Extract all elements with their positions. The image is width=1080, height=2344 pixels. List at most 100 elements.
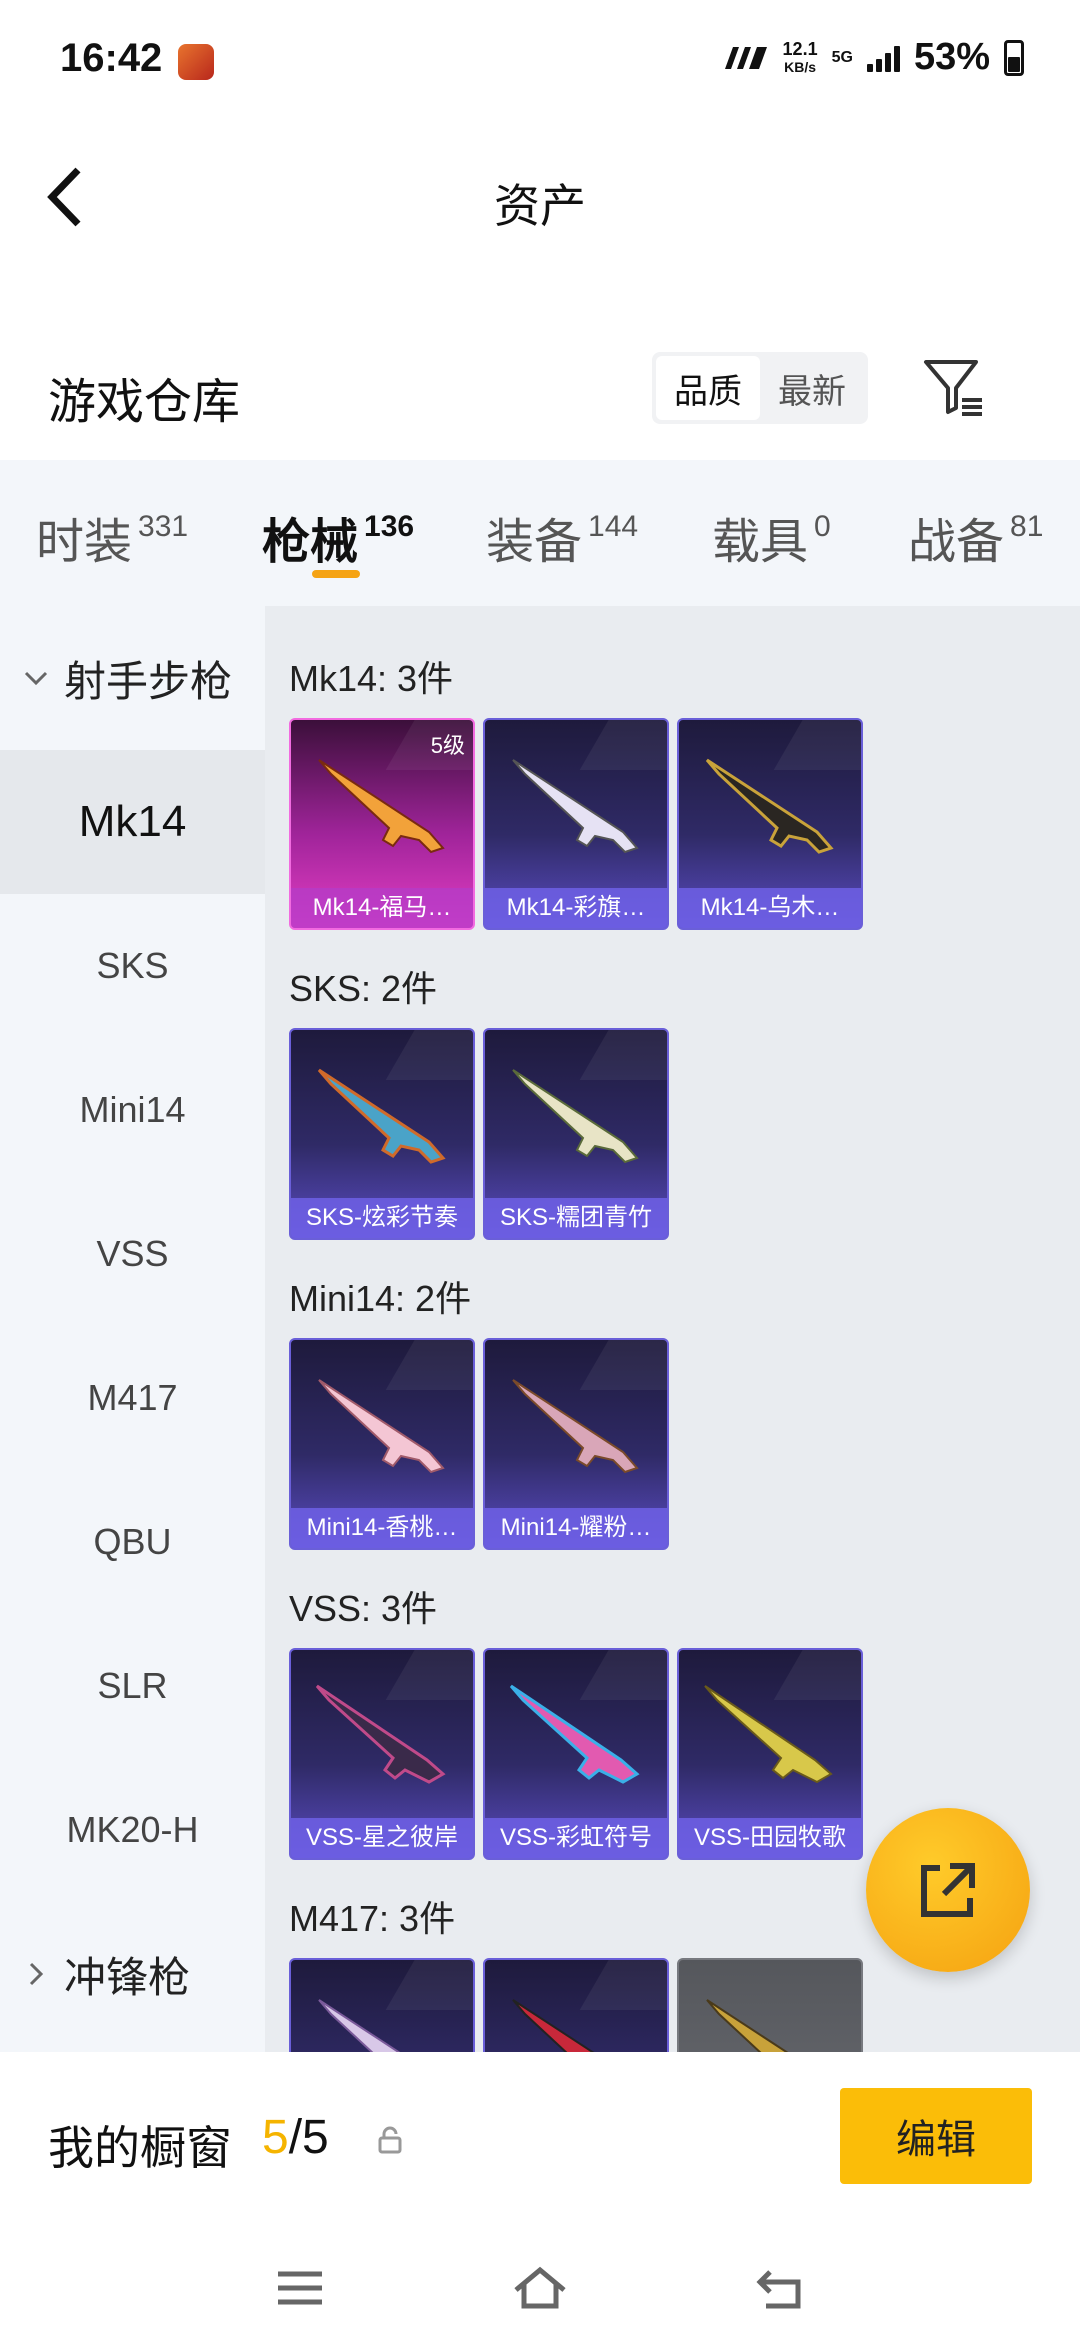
menu-icon[interactable] — [272, 2264, 328, 2312]
battery-percent: 53% — [913, 36, 990, 78]
weapon-card[interactable]: SKS-糯团青竹 — [483, 1028, 669, 1240]
weapon-card[interactable] — [677, 1958, 863, 2052]
sidebar-item-qbu[interactable]: QBU — [0, 1470, 265, 1614]
network-activity-icon — [724, 46, 767, 69]
tab-fashion[interactable]: 时装 331 — [36, 502, 188, 572]
section-title: Mini14: 2件 — [289, 1278, 472, 1319]
rifle-icon — [512, 1999, 595, 2052]
section-title: M417: 3件 — [289, 1898, 456, 1939]
showcase-current: 5 — [262, 2111, 289, 2164]
tab-count: 0 — [814, 510, 831, 543]
weapon-name: VSS-田园牧歌 — [679, 1818, 861, 1858]
net-speed-unit: KB/s — [784, 58, 817, 75]
sidebar-group-label: 冲锋枪 — [64, 1953, 191, 2001]
active-tab-indicator — [312, 570, 360, 578]
page-title: 资产 — [494, 180, 586, 232]
sort-toggle: 品质 最新 — [652, 352, 868, 424]
tab-vehicles[interactable]: 载具 0 — [712, 502, 831, 572]
tab-count: 81 — [1010, 510, 1044, 543]
rifle-icon — [318, 1379, 445, 1474]
sidebar-group-smg[interactable]: 冲锋枪 — [0, 1902, 265, 2046]
back-icon[interactable] — [752, 2264, 808, 2312]
rifle-icon — [318, 1999, 401, 2052]
weapon-card[interactable]: Mini14-香桃… — [289, 1338, 475, 1550]
sniper-rifle-icon — [509, 1684, 640, 1784]
tab-equipment[interactable]: 装备 144 — [486, 502, 638, 572]
filter-icon[interactable] — [920, 354, 988, 422]
weapon-card[interactable]: Mk14-乌木… — [677, 718, 863, 930]
rifle-icon — [317, 1068, 446, 1164]
warehouse-title: 游戏仓库 — [48, 376, 241, 429]
net-speed: 12.1 KB/s — [783, 40, 818, 76]
rifle-icon — [706, 1999, 789, 2052]
weapon-card[interactable]: Mk14-彩旗… — [483, 718, 669, 930]
weapon-name: Mk14-乌木… — [679, 888, 861, 928]
share-fab-button[interactable] — [866, 1808, 1030, 1972]
sidebar-item-mk14[interactable]: Mk14 — [0, 750, 265, 894]
sort-newest-button[interactable]: 最新 — [760, 356, 864, 420]
status-time: 16:42 — [60, 36, 163, 80]
sidebar-item-sks[interactable]: SKS — [0, 894, 265, 1038]
game-app-icon — [178, 44, 214, 80]
tab-label: 时装 — [36, 516, 133, 569]
tab-label: 战备 — [908, 516, 1005, 569]
header: 资产 — [0, 130, 1080, 260]
tab-count: 136 — [364, 510, 415, 543]
section-title: Mk14: 3件 — [289, 658, 454, 699]
showcase-bar: 我的橱窗 5/5 编辑 — [0, 2052, 1080, 2224]
sniper-rifle-icon — [704, 1685, 833, 1784]
weapon-card[interactable]: VSS-彩虹符号 — [483, 1648, 669, 1860]
signal-icon — [866, 44, 900, 72]
chevron-down-icon — [24, 671, 48, 686]
status-right-group: 12.1 KB/s 5G 53% — [721, 36, 1024, 79]
weapon-name: VSS-星之彼岸 — [291, 1818, 473, 1858]
weapon-name: SKS-糯团青竹 — [485, 1198, 667, 1238]
sidebar-item-slr[interactable]: SLR — [0, 1614, 265, 1758]
network-type: 5G — [831, 48, 853, 66]
tab-label: 枪械 — [262, 516, 359, 569]
weapon-card[interactable] — [483, 1958, 669, 2052]
battery-icon — [1004, 39, 1024, 76]
rifle-icon — [512, 1069, 639, 1164]
section-title: SKS: 2件 — [289, 968, 438, 1009]
weapon-name: VSS-彩虹符号 — [485, 1818, 667, 1858]
weapon-name: Mini14-耀粉… — [485, 1508, 667, 1548]
sniper-rifle-icon — [315, 1684, 446, 1784]
weapon-type-sidebar: 射手步枪 Mk14 SKS Mini14 VSS M417 QBU SLR MK… — [0, 606, 265, 2052]
section-title: VSS: 3件 — [289, 1588, 438, 1629]
sidebar-item-mk20h[interactable]: MK20-H — [0, 1758, 265, 1902]
sidebar-item-m417[interactable]: M417 — [0, 1326, 265, 1470]
tab-firearms[interactable]: 枪械 136 — [262, 502, 414, 572]
category-tabs: 时装 331 枪械 136 装备 144 载具 0 战备 81 — [0, 460, 1080, 606]
system-nav-bar — [0, 2224, 1080, 2344]
tab-label: 装备 — [486, 516, 583, 569]
weapon-card[interactable]: Mini14-耀粉… — [483, 1338, 669, 1550]
weapon-name: SKS-炫彩节奏 — [291, 1198, 473, 1238]
sidebar-item-vss[interactable]: VSS — [0, 1182, 265, 1326]
weapon-card[interactable] — [289, 1958, 475, 2052]
tab-supplies[interactable]: 战备 81 — [908, 502, 1043, 572]
edit-button[interactable]: 编辑 — [840, 2088, 1032, 2184]
sidebar-group-marksman[interactable]: 射手步枪 — [0, 606, 265, 750]
showcase-total: /5 — [288, 2111, 329, 2164]
sidebar-group-label: 射手步枪 — [64, 657, 233, 705]
warehouse-row: 游戏仓库 品质 最新 — [0, 340, 1080, 440]
weapon-card[interactable]: SKS-炫彩节奏 — [289, 1028, 475, 1240]
showcase-count: 5/5 — [262, 2110, 329, 2165]
rifle-icon — [512, 1379, 639, 1474]
share-icon — [921, 1863, 975, 1917]
home-icon[interactable] — [512, 2264, 568, 2312]
tab-count: 144 — [588, 510, 639, 543]
weapon-name: Mini14-香桃… — [291, 1508, 473, 1548]
net-speed-value: 12.1 — [782, 38, 818, 59]
rifle-icon — [512, 759, 639, 854]
tab-label: 载具 — [712, 516, 809, 569]
sort-quality-button[interactable]: 品质 — [656, 356, 760, 420]
sidebar-item-mini14[interactable]: Mini14 — [0, 1038, 265, 1182]
tab-count: 331 — [138, 510, 189, 543]
weapon-card[interactable]: 5级 Mk14-福马… — [289, 718, 475, 930]
chevron-right-icon — [29, 1962, 44, 1986]
weapon-card[interactable]: VSS-田园牧歌 — [677, 1648, 863, 1860]
weapon-card[interactable]: VSS-星之彼岸 — [289, 1648, 475, 1860]
showcase-label: 我的橱窗 — [48, 2122, 232, 2174]
